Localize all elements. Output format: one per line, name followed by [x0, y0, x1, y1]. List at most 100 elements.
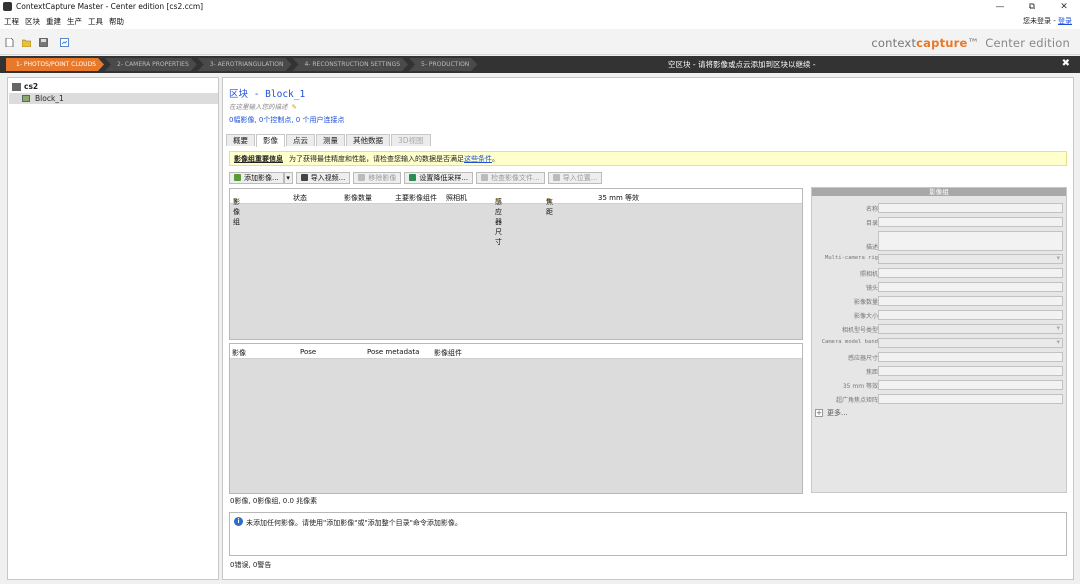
menu-bar: 工程 区块 重建 生产 工具 帮助 您未登录 - 登录 — [0, 13, 1080, 29]
menu-production[interactable]: 生产 — [67, 16, 82, 27]
info-notice: 影像组重要信息 为了获得最佳精度和性能，请检查您输入的数据是否满足 这些条件 。 — [229, 151, 1067, 166]
close-window-icon[interactable]: ✕ — [1048, 0, 1080, 13]
check-icon — [481, 174, 489, 181]
import-video-button[interactable]: 导入视频... — [295, 171, 351, 184]
edit-pencil-icon[interactable]: ✎ — [292, 103, 297, 111]
tab-photos[interactable]: 影像 — [256, 134, 285, 147]
save-project-icon[interactable] — [39, 38, 48, 47]
prop-description-field[interactable] — [878, 231, 1063, 251]
minimize-icon[interactable]: — — [984, 0, 1016, 13]
prop-fisheye-matrix: 超广角焦点矩阵 — [812, 394, 1068, 404]
add-images-button[interactable]: 添加影像... — [229, 171, 284, 184]
prop-camera-model-type: 相机型号类型 — [812, 324, 1068, 334]
step-production[interactable]: 5- PRODUCTION — [409, 58, 477, 71]
conditions-link[interactable]: 这些条件 — [464, 154, 492, 164]
expand-icon: + — [815, 409, 823, 417]
close-icon[interactable]: ✖ — [1062, 58, 1070, 69]
block-summary: 0幅影像, 0个控制点, 0 个用户连接点 — [229, 116, 345, 124]
prop-image-size-field[interactable] — [878, 310, 1063, 320]
photos-table: 影像 Pose Pose metadata 影像组件 — [229, 343, 803, 494]
prop-image-count-field[interactable] — [878, 296, 1063, 306]
menu-tools[interactable]: 工具 — [88, 16, 103, 27]
log-message: 未添加任何影像。请使用"添加影像"或"添加整个目录"命令添加影像。 — [246, 519, 462, 527]
step-photos[interactable]: 1- PHOTOS/POINT CLOUDS — [6, 58, 104, 71]
project-icon — [12, 82, 21, 91]
prop-image-size: 影像大小 — [812, 310, 1068, 320]
workflow-bar: 1- PHOTOS/POINT CLOUDS 2- CAMERA PROPERT… — [0, 56, 1080, 73]
tree-item-block[interactable]: Block_1 — [9, 93, 218, 104]
prop-directory-field[interactable] — [878, 217, 1063, 227]
menu-block[interactable]: 区块 — [25, 16, 40, 27]
new-project-icon[interactable] — [5, 38, 14, 47]
open-project-icon[interactable] — [22, 38, 31, 47]
import-icon — [552, 174, 560, 181]
prop-sensor-size-field[interactable] — [878, 352, 1063, 362]
step-camera-properties[interactable]: 2- CAMERA PROPERTIES — [105, 58, 197, 71]
tab-additional-data[interactable]: 其他数据 — [346, 134, 390, 146]
window-title: ContextCapture Master - Center edition [… — [16, 2, 204, 11]
col-main-component[interactable]: 主要影像组件 — [395, 193, 437, 203]
prop-multi-camera-rig: Multi-camera rig — [812, 254, 1068, 264]
menu-project[interactable]: 工程 — [4, 16, 19, 27]
set-downsampling-button[interactable]: 设置降低采样... — [404, 171, 474, 184]
prop-description: 描述 — [812, 231, 1068, 252]
tab-3d-view: 3D视图 — [391, 134, 431, 146]
maximize-icon[interactable]: ⧉ — [1016, 0, 1048, 13]
photogroup-table: ✎ 影像组 状态 影像数量 主要影像组件 照相机 ✎ 感应器尺寸 ✎ 焦距 35 mm… — [229, 188, 803, 340]
import-positions-button: 导入位置... — [547, 171, 603, 184]
menu-help[interactable]: 帮助 — [109, 16, 124, 27]
tab-general[interactable]: 概要 — [226, 134, 255, 146]
prop-directory: 目录 — [812, 217, 1068, 227]
photo-actions: 添加影像... ▾ 导入视频... 移除影像 设置降低采样... 检查影像文件.… — [229, 171, 605, 184]
tab-point-clouds[interactable]: 点云 — [286, 134, 315, 146]
col-35mm-equivalent[interactable]: 35 mm 等效 — [598, 193, 639, 203]
prop-35mm-equivalent: 35 mm 等效 — [812, 380, 1068, 390]
menu-reconstruction[interactable]: 重建 — [46, 16, 61, 27]
add-images-icon — [234, 174, 241, 181]
error-warning-count: 0错误, 0警告 — [230, 561, 272, 569]
remove-icon — [358, 174, 366, 181]
prop-lens-field[interactable] — [878, 282, 1063, 292]
prop-35mm-equivalent-field[interactable] — [878, 380, 1063, 390]
col-image-component[interactable]: 影像组件 — [434, 348, 462, 358]
prop-focal-length: 焦距 — [812, 366, 1068, 376]
app-icon — [3, 2, 12, 11]
image-counts: 0影像, 0影像组, 0.0 兆像素 — [230, 497, 318, 505]
chevron-down-icon: ▾ — [286, 173, 290, 182]
workflow-message: 空区块 - 请将影像或点云添加到区块以继续 - — [668, 60, 816, 69]
properties-header: 影像组 — [812, 188, 1066, 196]
prop-name: 名称 — [812, 203, 1068, 213]
prop-lens: 镜头 — [812, 282, 1068, 292]
prop-image-count: 影像数量 — [812, 296, 1068, 306]
tab-surveys[interactable]: 测量 — [316, 134, 345, 146]
job-monitor-icon[interactable] — [60, 38, 69, 47]
prop-sensor-size: 感应器尺寸 — [812, 352, 1068, 362]
block-description[interactable]: 在这里输入您的描述 ✎ — [229, 101, 297, 111]
step-aerotriangulation[interactable]: 3- AEROTRIANGULATION — [198, 58, 292, 71]
col-pose-metadata[interactable]: Pose metadata — [367, 348, 419, 356]
prop-camera-model-type-select[interactable] — [878, 324, 1063, 334]
col-image-count[interactable]: 影像数量 — [344, 193, 372, 203]
col-status[interactable]: 状态 — [293, 193, 307, 203]
table-header: ✎ 影像组 状态 影像数量 主要影像组件 照相机 ✎ 感应器尺寸 ✎ 焦距 35 mm… — [230, 189, 802, 246]
col-pose[interactable]: Pose — [300, 348, 316, 356]
project-tree: cs2 Block_1 — [7, 77, 219, 580]
table-header: 影像 Pose Pose metadata 影像组件 — [230, 344, 802, 359]
prop-camera-model-band: Camera model band — [812, 338, 1068, 348]
tree-root[interactable]: cs2 — [12, 82, 38, 91]
window-controls: — ⧉ ✕ — [984, 0, 1080, 13]
more-properties-toggle[interactable]: + 更多... — [815, 408, 848, 418]
prop-fisheye-matrix-field[interactable] — [878, 394, 1063, 404]
add-images-dropdown[interactable]: ▾ — [283, 171, 293, 184]
prop-multi-camera-rig-select[interactable] — [878, 254, 1063, 264]
col-image[interactable]: 影像 — [232, 348, 246, 358]
downsample-icon — [409, 174, 417, 181]
prop-camera-field[interactable] — [878, 268, 1063, 278]
prop-name-field[interactable] — [878, 203, 1063, 213]
prop-focal-length-field[interactable] — [878, 366, 1063, 376]
prop-camera-model-band-select[interactable] — [878, 338, 1063, 348]
login-link[interactable]: 登录 — [1058, 17, 1072, 25]
message-log: i 未添加任何影像。请使用"添加影像"或"添加整个目录"命令添加影像。 — [229, 512, 1067, 556]
step-reconstruction-settings[interactable]: 4- RECONSTRUCTION SETTINGS — [292, 58, 408, 71]
col-camera[interactable]: 照相机 — [446, 193, 467, 203]
